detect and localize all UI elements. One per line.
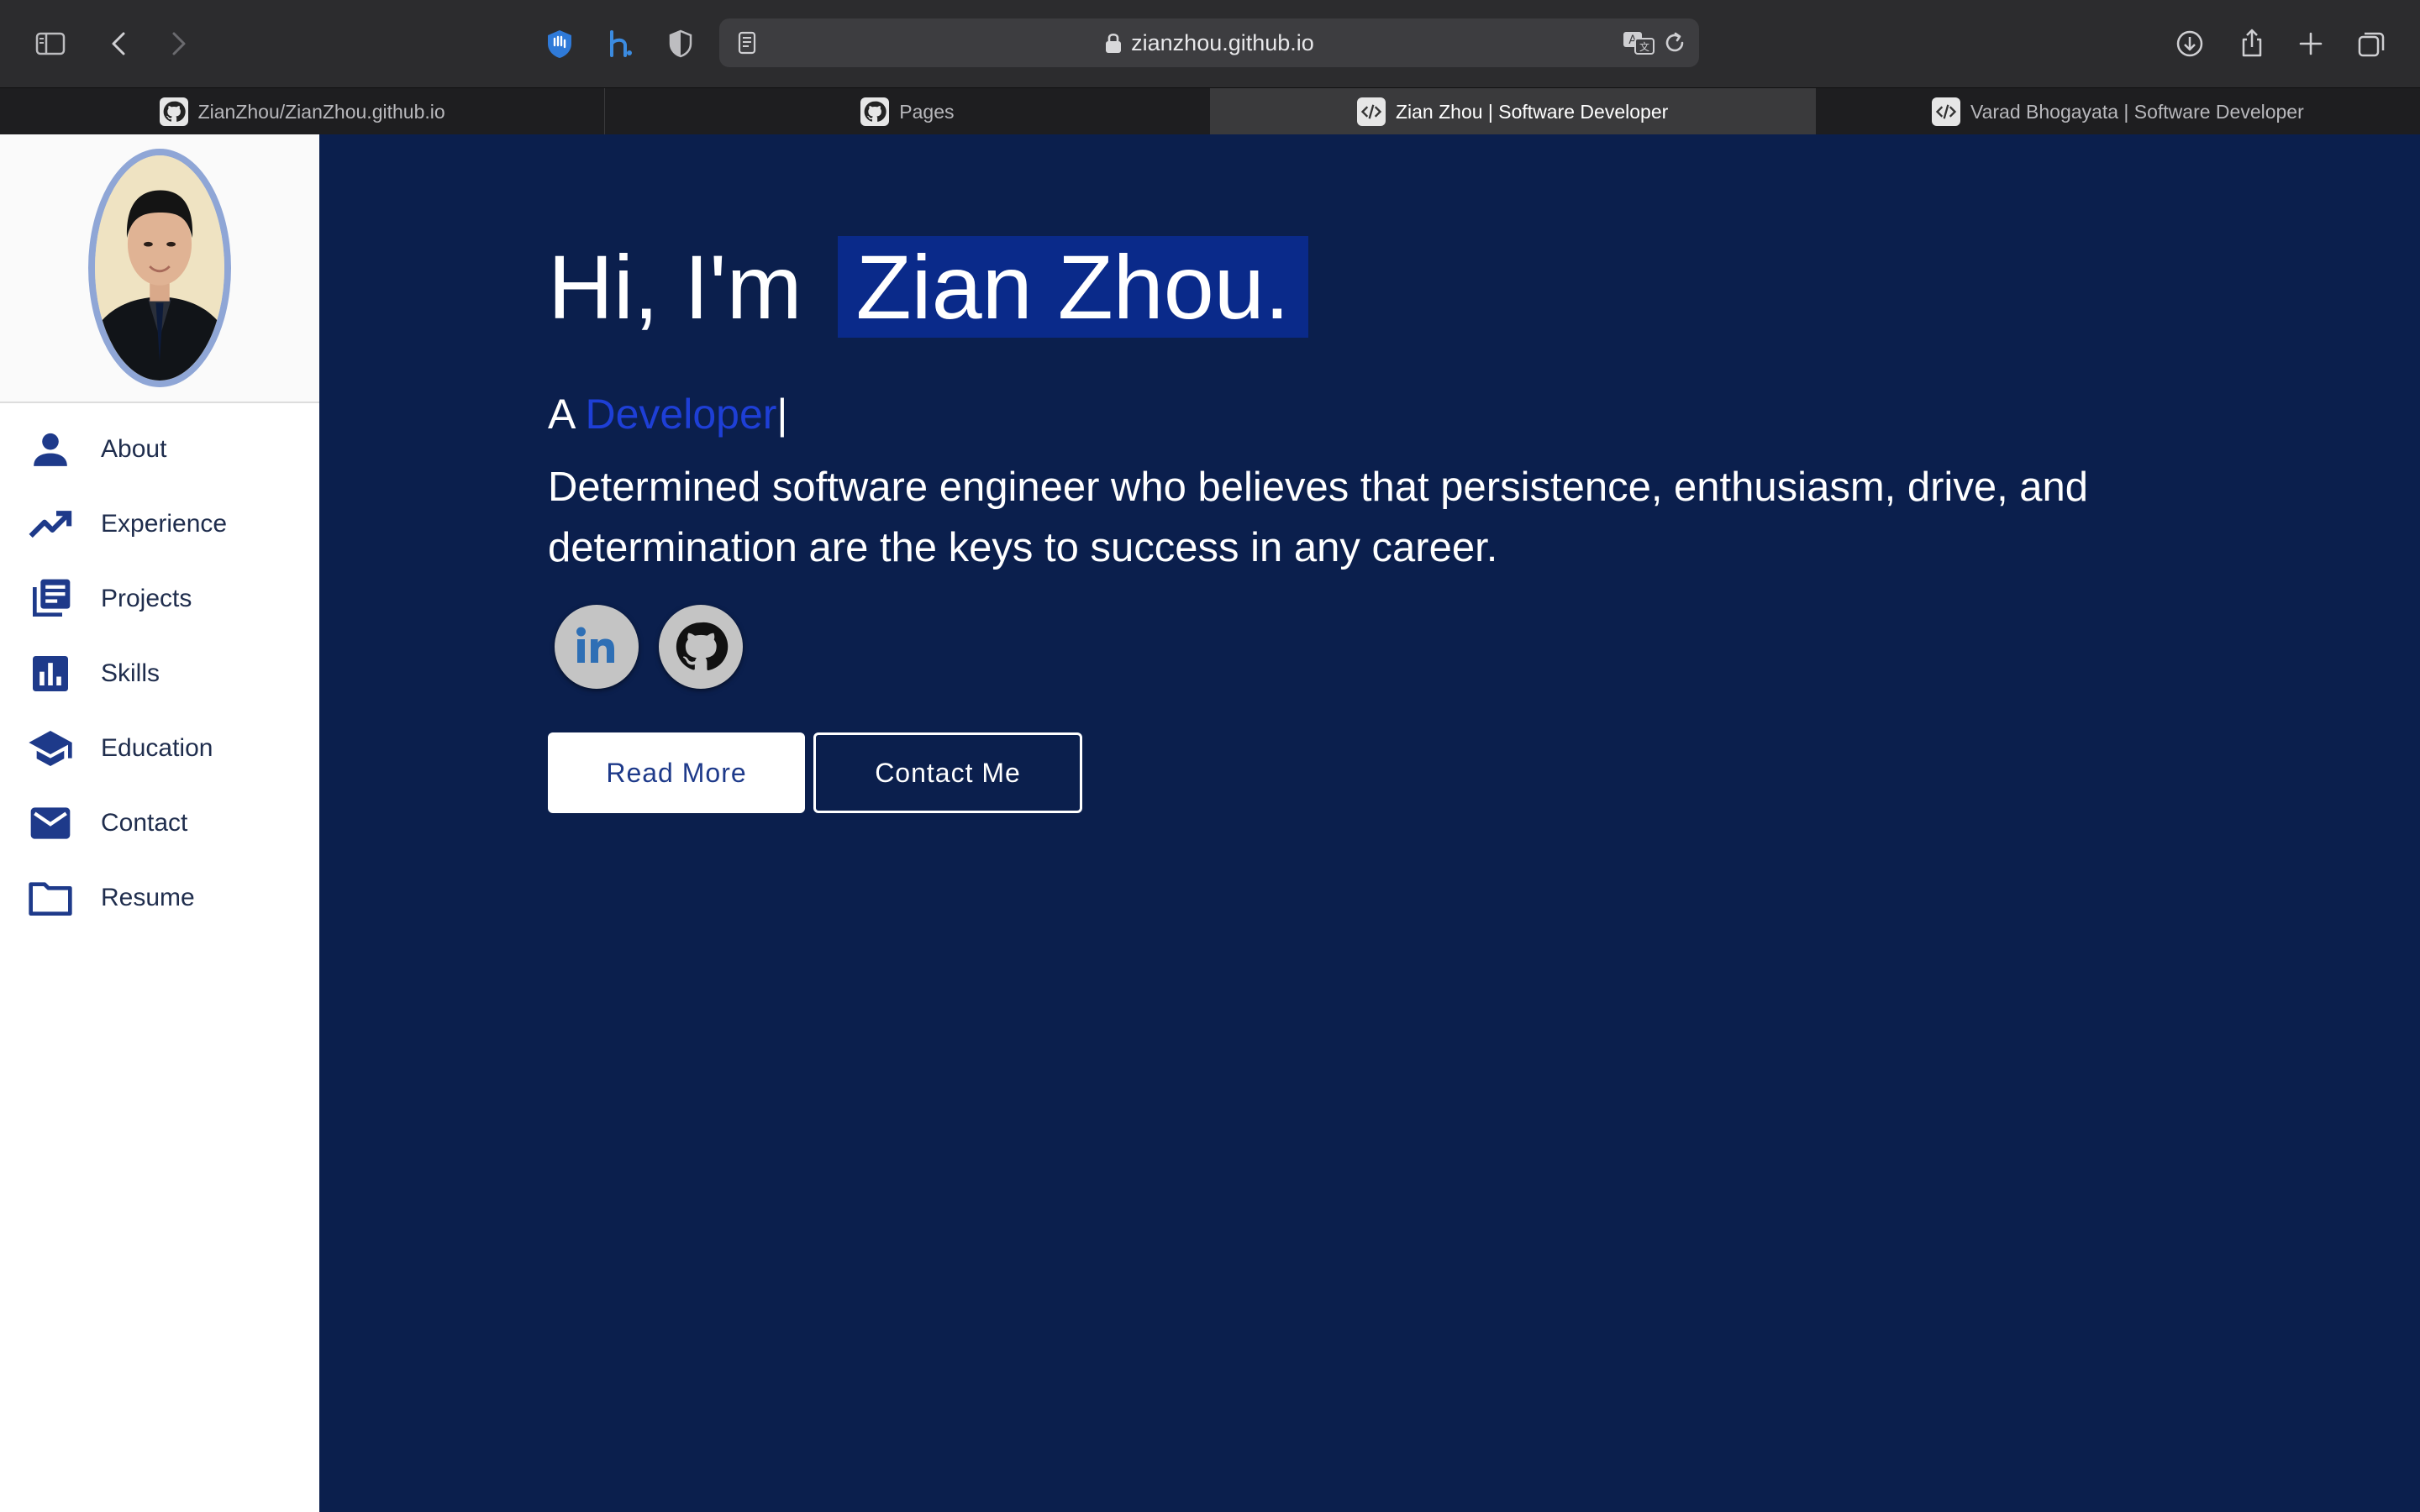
address-bar[interactable]: zianzhou.github.io A文 bbox=[719, 18, 1699, 67]
forward-icon[interactable] bbox=[156, 22, 200, 66]
new-tab-icon[interactable] bbox=[2289, 22, 2333, 66]
browser-toolbar: zianzhou.github.io A文 bbox=[0, 0, 2420, 87]
hero-greeting: Hi, I'm bbox=[548, 236, 802, 338]
hero-section: Hi, I'm Zian Zhou. A Developer| Determin… bbox=[319, 134, 2420, 1512]
hero-buttons: Read More Contact Me bbox=[548, 732, 2144, 813]
social-links bbox=[548, 605, 2144, 689]
avatar-area bbox=[0, 134, 319, 403]
trending-up-icon bbox=[27, 501, 74, 548]
sidebar-item-label: Contact bbox=[101, 808, 188, 837]
sidebar-item-label: About bbox=[101, 434, 167, 463]
hero-tagline: Determined software engineer who believe… bbox=[548, 465, 2089, 570]
sidebar-item-label: Projects bbox=[101, 584, 192, 612]
download-icon[interactable] bbox=[2168, 22, 2212, 66]
avatar[interactable] bbox=[88, 149, 231, 387]
hypothesis-extension-icon[interactable] bbox=[598, 22, 642, 66]
sidebar: About Experience Projects Skills Educati… bbox=[0, 134, 319, 1512]
github-icon bbox=[860, 97, 890, 126]
tab-label: ZianZhou/ZianZhou.github.io bbox=[197, 100, 445, 123]
school-icon bbox=[27, 725, 74, 772]
tab-overview-icon[interactable] bbox=[2349, 22, 2393, 66]
tab-bar: ZianZhou/ZianZhou.github.io Pages Zian Z… bbox=[0, 87, 2420, 135]
bar-chart-icon bbox=[27, 650, 74, 697]
typed-role-line: A Developer| bbox=[548, 390, 2144, 438]
reload-icon[interactable] bbox=[1660, 29, 1689, 57]
sidebar-item-about[interactable]: About bbox=[0, 412, 319, 486]
privacy-extension-icon[interactable] bbox=[538, 22, 581, 66]
hero-heading: Hi, I'm Zian Zhou. bbox=[548, 235, 2144, 339]
contact-me-button[interactable]: Contact Me bbox=[813, 732, 1082, 813]
url-text: zianzhou.github.io bbox=[1131, 29, 1314, 55]
typed-cursor: | bbox=[776, 391, 788, 438]
sidebar-item-experience[interactable]: Experience bbox=[0, 486, 319, 561]
sidebar-item-label: Skills bbox=[101, 659, 160, 687]
code-icon bbox=[1356, 97, 1386, 126]
linkedin-icon[interactable] bbox=[555, 605, 639, 689]
sidebar-item-resume[interactable]: Resume bbox=[0, 860, 319, 935]
tab-github-repo[interactable]: ZianZhou/ZianZhou.github.io bbox=[0, 88, 606, 135]
sidebar-item-label: Resume bbox=[101, 883, 195, 911]
hero-name: Zian Zhou. bbox=[837, 236, 1308, 338]
read-more-button[interactable]: Read More bbox=[548, 732, 805, 813]
person-icon bbox=[27, 426, 74, 473]
sidebar-nav: About Experience Projects Skills Educati… bbox=[0, 403, 319, 935]
tab-zian-zhou[interactable]: Zian Zhou | Software Developer bbox=[1210, 88, 1816, 135]
sidebar-item-contact[interactable]: Contact bbox=[0, 785, 319, 860]
typed-prefix: A bbox=[548, 391, 574, 438]
typed-role: Developer bbox=[585, 391, 777, 438]
library-books-icon bbox=[27, 575, 74, 622]
sidebar-item-label: Experience bbox=[101, 509, 228, 538]
translate-icon[interactable]: A文 bbox=[1622, 29, 1655, 57]
sidebar-item-projects[interactable]: Projects bbox=[0, 561, 319, 636]
github-icon[interactable] bbox=[659, 605, 743, 689]
tab-varad-bhogayata[interactable]: Varad Bhogayata | Software Developer bbox=[1816, 88, 2420, 135]
sidebar-item-education[interactable]: Education bbox=[0, 711, 319, 785]
folder-icon bbox=[27, 874, 74, 921]
tab-label: Varad Bhogayata | Software Developer bbox=[1970, 100, 2304, 123]
mail-icon bbox=[27, 800, 74, 847]
github-icon bbox=[159, 97, 188, 126]
sidebar-item-label: Education bbox=[101, 733, 213, 762]
sidebar-item-skills[interactable]: Skills bbox=[0, 636, 319, 711]
sidebar-toggle-icon[interactable] bbox=[29, 22, 72, 66]
shield-icon[interactable] bbox=[659, 22, 702, 66]
tab-label: Pages bbox=[899, 100, 955, 123]
lock-icon bbox=[1106, 33, 1122, 53]
back-icon[interactable] bbox=[97, 22, 141, 66]
hero-content: Hi, I'm Zian Zhou. A Developer| Determin… bbox=[548, 235, 2144, 813]
tab-label: Zian Zhou | Software Developer bbox=[1395, 100, 1669, 123]
svg-text:文: 文 bbox=[1639, 40, 1649, 53]
code-icon bbox=[1931, 97, 1960, 126]
share-icon[interactable] bbox=[2230, 22, 2274, 66]
tab-pages[interactable]: Pages bbox=[605, 88, 1211, 135]
